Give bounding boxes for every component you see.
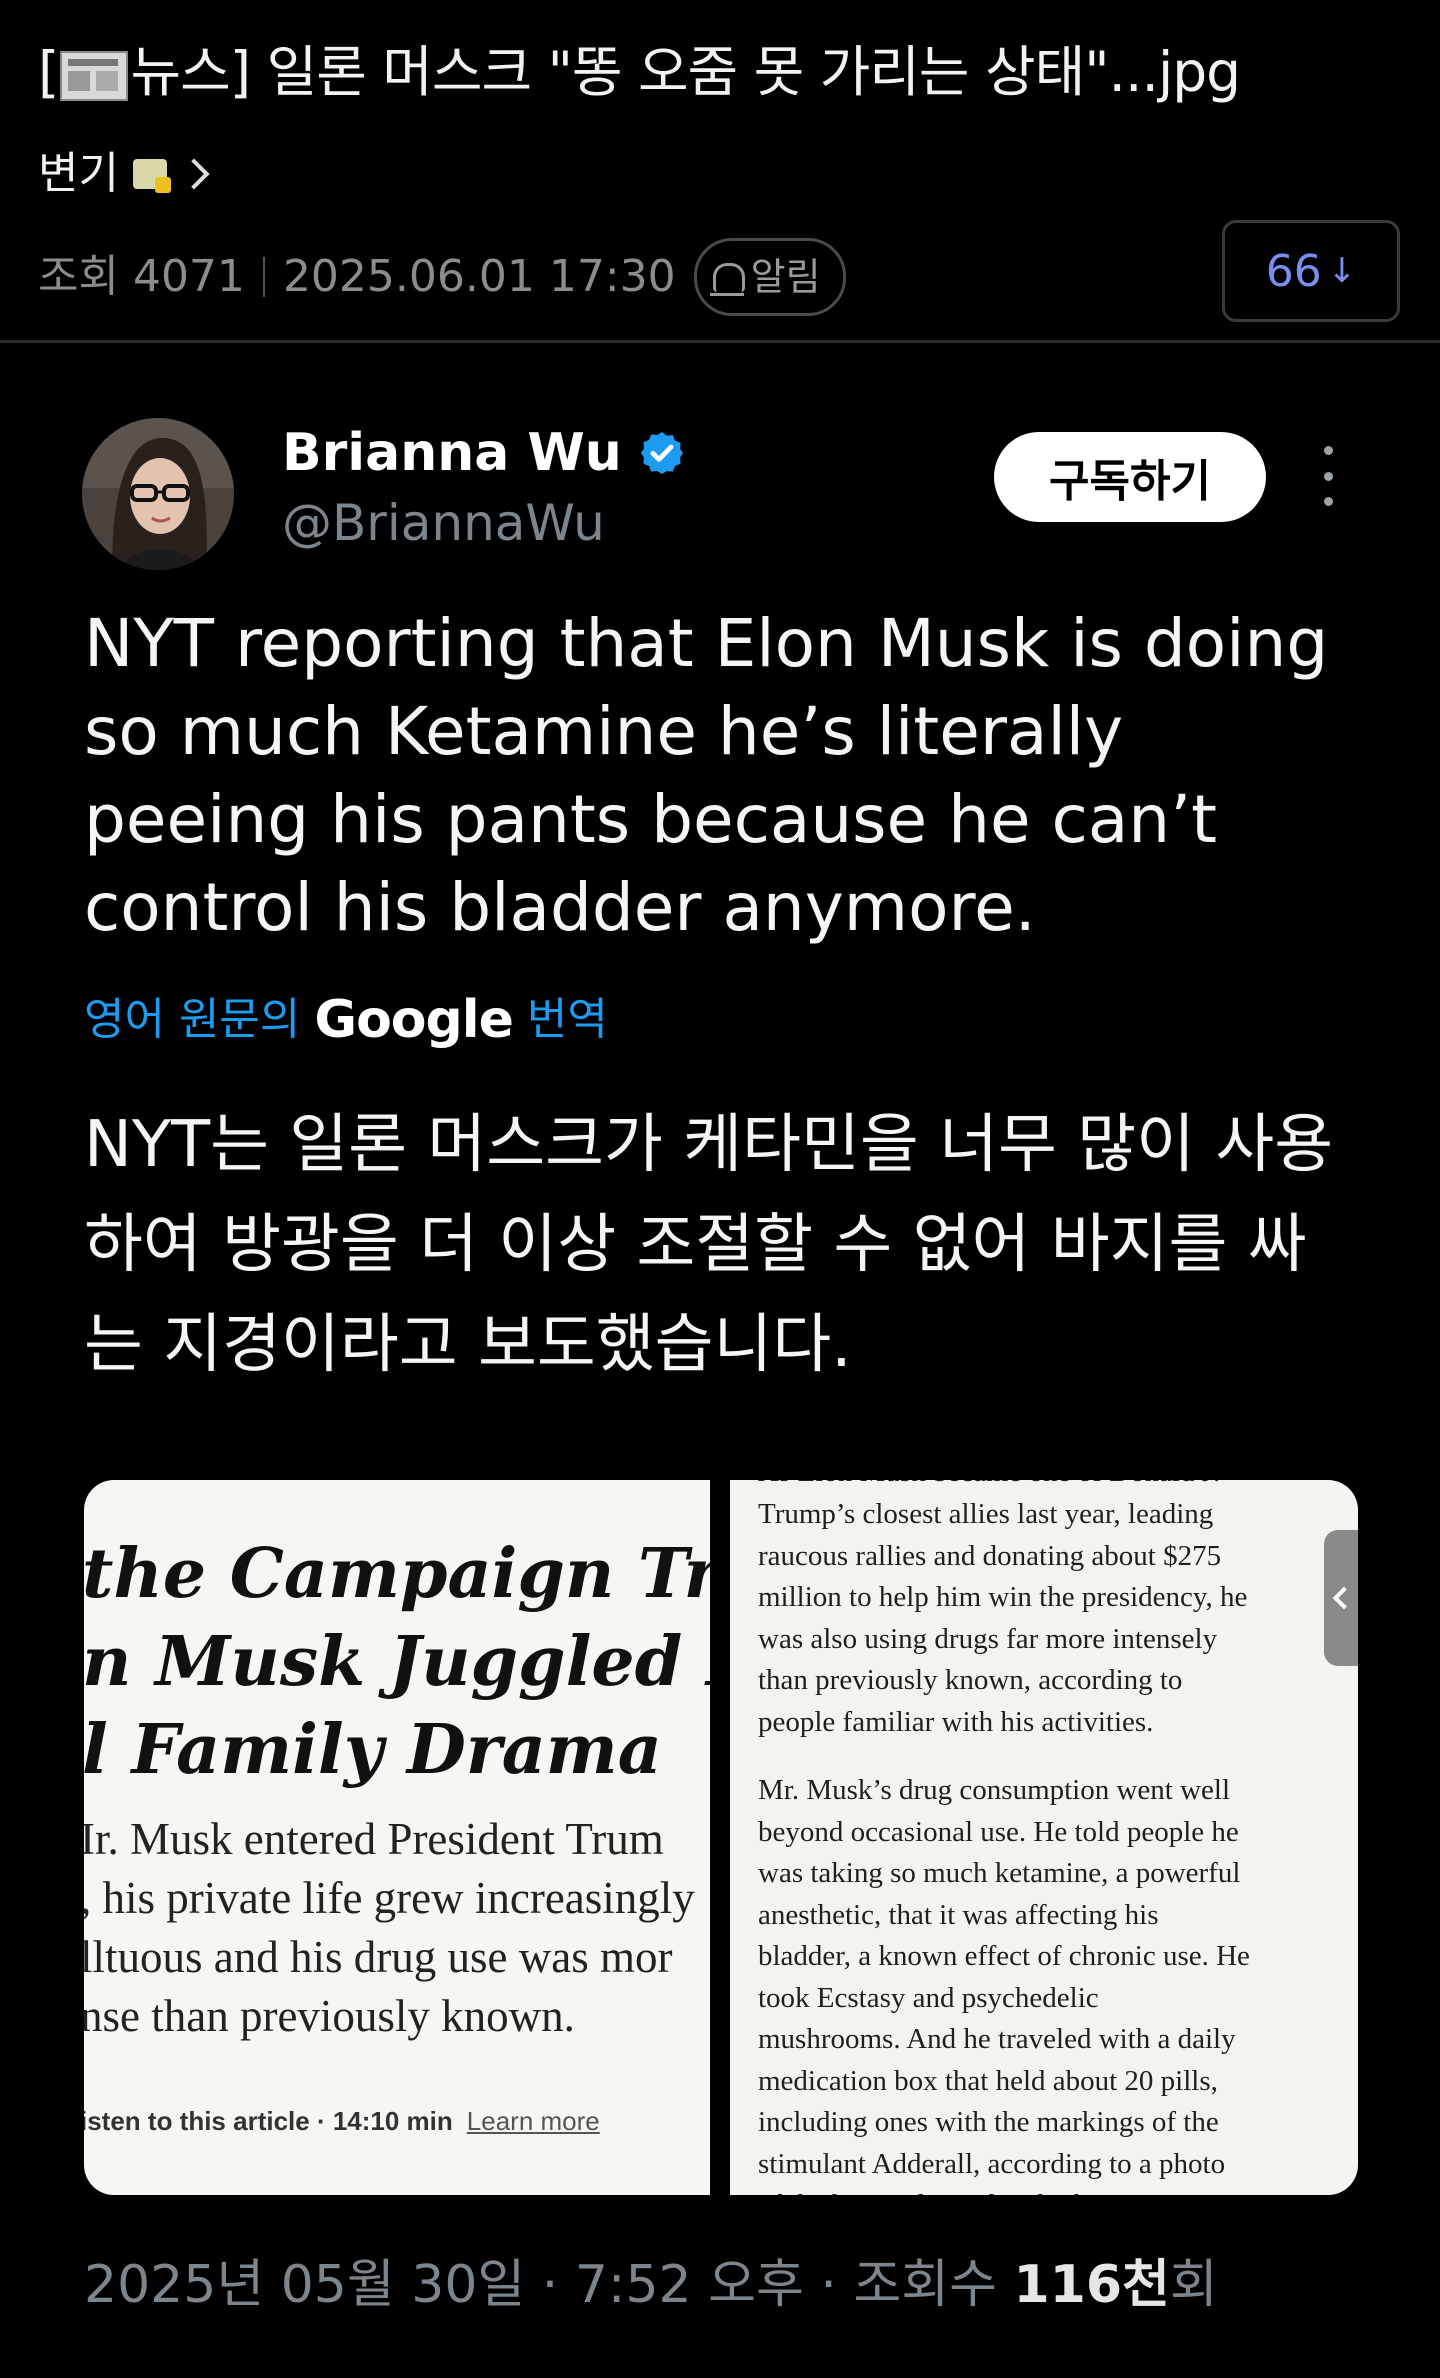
translate-prefix: 영어 원문의 [84,994,301,1045]
article-headline: the Campaign Trail, n Musk Juggled Drugs… [84,1534,710,1790]
translate-suffix: 번역 [526,994,608,1045]
author-name[interactable]: Brianna Wu [282,418,686,488]
board-icon [132,159,171,193]
alarm-button[interactable]: 알림 [693,238,846,316]
translated-text: NYT는 일론 머스크가 케타민을 너무 많이 사용하여 방광을 더 이상 조절… [84,1108,1334,1382]
listen-bar: isten to this article · 14:10 min Learn m… [84,2106,600,2137]
post-datetime: 2025.06.01 17:30 [282,251,676,302]
tweet-date: 2025년 05월 30일 · 7:52 오후 · 조회수 [84,2255,1014,2315]
avatar[interactable] [82,418,234,570]
article-cut-line: As Elon Musk became one of Donald J. [758,1480,1220,1489]
comment-jump-button[interactable]: 66 ↓ [1222,220,1400,322]
board-name: 변기 [38,148,119,199]
title-text: 뉴스] 일론 머스크 "똥 오줌 못 가리는 상태"...jpg [130,40,1241,104]
learn-more-link: Learn more [466,2106,600,2136]
article-image-right[interactable]: As Elon Musk became one of Donald J. Tru… [730,1480,1358,2195]
post-meta: 조회 4071 2025.06.01 17:30 알림 [38,238,846,316]
subscribe-button[interactable]: 구독하기 [994,432,1266,522]
chevron-right-icon [178,158,210,190]
article-paragraph-2: Mr. Musk’s drug consumption went well be… [758,1774,1250,2195]
verified-badge-icon [640,432,683,474]
tweet-text: NYT reporting that Elon Musk is doing so… [84,605,1329,946]
article-summary: Ir. Musk entered President Trum , his pr… [84,1814,695,2041]
title-bracket: [ [38,40,59,104]
tweet-footer-meta: 2025년 05월 30일 · 7:52 오후 · 조회수 116천회 [84,2250,1218,2320]
tweet-media-gallery[interactable]: the Campaign Trail, n Musk Juggled Drugs… [84,1480,1358,2195]
author-handle[interactable]: @BriannaWu [282,488,605,558]
arrow-down-icon: ↓ [1327,251,1357,291]
listen-label: isten to this article · 14:10 min [84,2106,453,2136]
news-icon [60,50,129,101]
article-image-left[interactable]: the Campaign Trail, n Musk Juggled Drugs… [84,1480,710,2195]
post-title: [ 뉴스] 일론 머스크 "똥 오줌 못 가리는 상태"...jpg [38,36,1241,108]
comment-count: 66 [1265,245,1322,297]
tweet-view-suffix: 회 [1169,2255,1218,2315]
bell-icon [709,262,745,296]
article-paragraph-1: Trump’s closest allies last year, leadin… [758,1498,1248,1738]
more-dots-icon[interactable] [1310,446,1346,506]
gallery-handle-icon[interactable] [1324,1530,1358,1666]
author-display-name: Brianna Wu [282,423,622,483]
google-logo: Google [314,990,513,1050]
board-link[interactable]: 변기 [38,144,210,204]
tweet-view-count: 116천 [1013,2255,1170,2315]
meta-divider [262,257,265,297]
header-divider [0,340,1440,343]
view-count: 조회 4071 [38,251,245,302]
translation-attribution[interactable]: 영어 원문의 Google 번역 [84,985,608,1055]
alarm-label: 알림 [750,255,821,299]
